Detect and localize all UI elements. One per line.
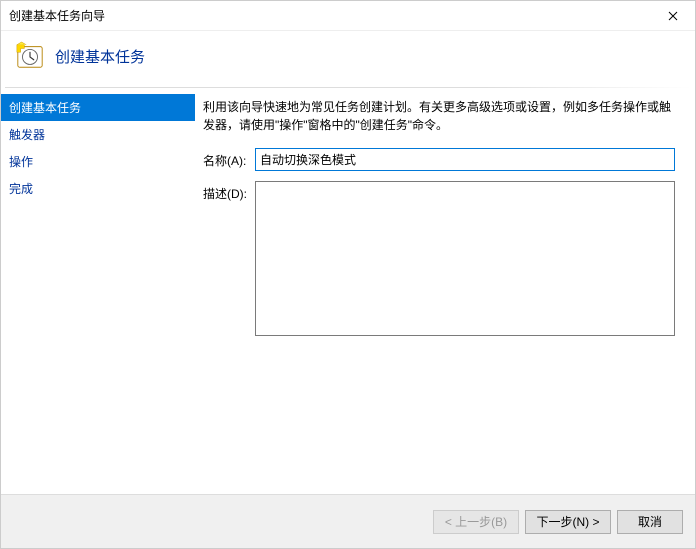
sidebar-item-label: 操作: [9, 155, 33, 169]
sidebar-item-label: 触发器: [9, 128, 45, 142]
back-button: < 上一步(B): [433, 510, 519, 534]
task-clock-icon: [15, 41, 45, 71]
wizard-footer: < 上一步(B) 下一步(N) > 取消: [1, 494, 695, 548]
name-input[interactable]: [255, 148, 675, 171]
close-button[interactable]: [650, 1, 695, 31]
cancel-button[interactable]: 取消: [617, 510, 683, 534]
page-title: 创建基本任务: [55, 46, 145, 67]
name-field-row: 名称(A):: [203, 148, 675, 171]
description-label: 描述(D):: [203, 181, 255, 202]
intro-text: 利用该向导快速地为常见任务创建计划。有关更多高级选项或设置，例如多任务操作或触发…: [203, 98, 675, 134]
sidebar-item-label: 完成: [9, 182, 33, 196]
sidebar-item-basic-task[interactable]: 创建基本任务: [1, 94, 195, 121]
wizard-steps-sidebar: 创建基本任务 触发器 操作 完成: [1, 88, 195, 489]
sidebar-item-trigger[interactable]: 触发器: [1, 121, 195, 148]
sidebar-item-label: 创建基本任务: [9, 101, 81, 115]
wizard-header: 创建基本任务: [1, 31, 695, 87]
name-label: 名称(A):: [203, 148, 255, 169]
next-button[interactable]: 下一步(N) >: [525, 510, 611, 534]
titlebar: 创建基本任务向导: [1, 1, 695, 31]
window-title: 创建基本任务向导: [9, 7, 105, 24]
sidebar-item-action[interactable]: 操作: [1, 148, 195, 175]
description-input[interactable]: [255, 181, 675, 336]
wizard-main: 利用该向导快速地为常见任务创建计划。有关更多高级选项或设置，例如多任务操作或触发…: [195, 88, 695, 489]
close-icon: [668, 8, 678, 24]
sidebar-item-finish[interactable]: 完成: [1, 175, 195, 202]
wizard-body: 创建基本任务 触发器 操作 完成 利用该向导快速地为常见任务创建计划。有关更多高…: [1, 88, 695, 489]
description-field-row: 描述(D):: [203, 181, 675, 336]
